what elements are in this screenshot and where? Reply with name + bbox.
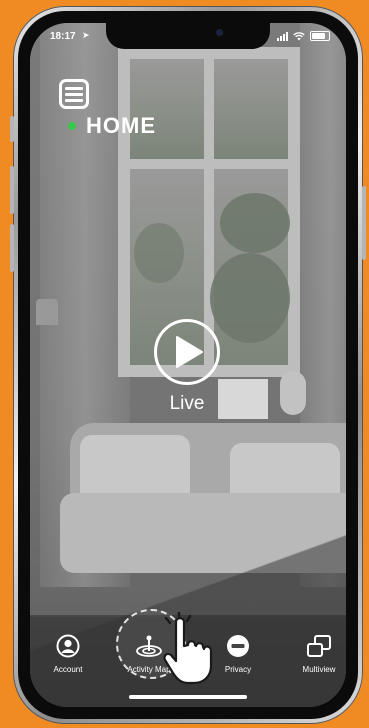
battery-icon [310,31,330,41]
side-button [10,116,14,142]
volume-down-button [10,224,14,272]
location-header: HOME [68,113,156,139]
tap-hand-cursor-icon [163,612,213,685]
activity-map-icon [136,635,162,657]
notch [106,23,270,49]
cellular-signal-icon [277,31,288,41]
privacy-icon [227,635,249,657]
live-label: Live [169,393,205,414]
menu-button[interactable] [59,79,89,109]
account-icon [56,634,80,658]
play-icon [176,336,203,368]
location-arrow-icon: ➤ [82,30,90,40]
status-bar: 18:17 ➤ [30,23,346,51]
live-play-button[interactable] [154,319,220,385]
tab-account[interactable]: Account [36,633,100,674]
tab-multiview[interactable]: Multiview [287,633,346,674]
home-indicator [129,695,247,699]
multiview-icon [307,635,331,657]
location-title: HOME [86,113,156,138]
wifi-icon [293,31,305,40]
front-camera [216,29,223,36]
status-time: 18:17 [50,31,76,42]
tab-account-label: Account [53,665,83,674]
screen: 18:17 ➤ HOME Live Account Activity Map P… [30,23,346,707]
power-button [362,186,366,260]
volume-up-button [10,166,14,214]
online-status-dot [68,122,76,130]
tab-multiview-label: Multiview [302,665,336,674]
